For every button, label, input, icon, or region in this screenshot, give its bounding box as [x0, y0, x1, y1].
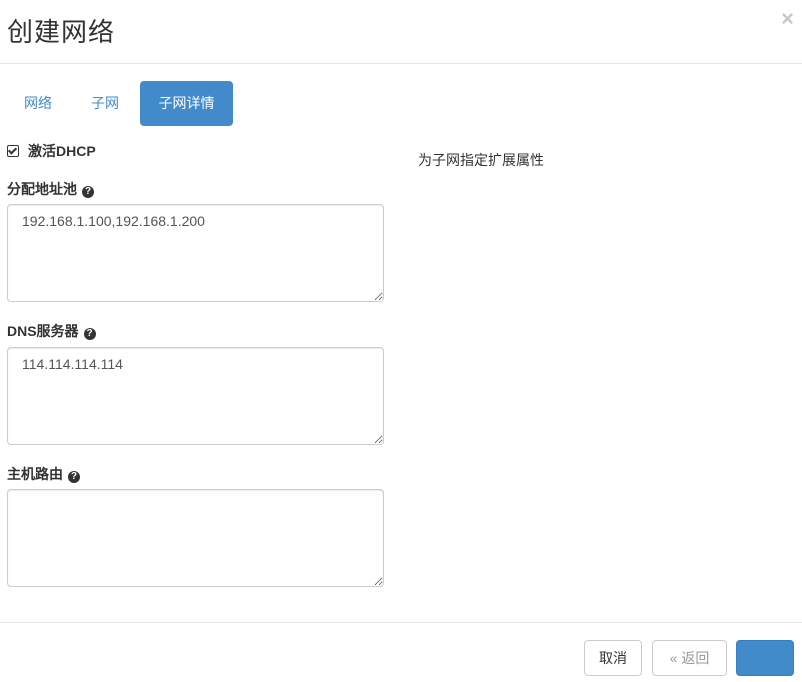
- help-icon[interactable]: ?: [83, 328, 96, 340]
- help-icon[interactable]: ?: [82, 186, 94, 198]
- close-icon[interactable]: ×: [781, 6, 794, 32]
- tab-subnet[interactable]: 子网: [77, 81, 133, 126]
- host-routes-field[interactable]: [7, 489, 384, 587]
- enable-dhcp-checkbox[interactable]: [7, 145, 19, 157]
- allocation-pools-field[interactable]: 192.168.1.100,192.168.1.200: [7, 204, 384, 302]
- dialog-title: 创建网络: [7, 17, 116, 47]
- help-icon[interactable]: ?: [68, 471, 80, 483]
- allocation-pools-label: 分配地址池: [7, 181, 77, 197]
- side-description: 为子网指定扩展属性: [418, 152, 544, 168]
- host-routes-label-row: 主机路由?: [7, 464, 80, 484]
- back-button[interactable]: « 返回: [652, 640, 727, 676]
- enable-dhcp-row: 激活DHCP: [7, 141, 96, 161]
- cancel-button[interactable]: 取消: [584, 640, 642, 676]
- allocation-pools-label-row: 分配地址池?: [7, 179, 94, 199]
- host-routes-label: 主机路由: [7, 466, 63, 482]
- dns-servers-field[interactable]: 114.114.114.114: [7, 347, 384, 445]
- dns-servers-label: DNS服务器: [7, 323, 79, 339]
- tab-subnet-details[interactable]: 子网详情: [140, 81, 233, 126]
- tab-network[interactable]: 网络: [10, 81, 66, 126]
- enable-dhcp-label: 激活DHCP: [28, 143, 96, 159]
- create-button[interactable]: [736, 640, 794, 676]
- dialog-header: 创建网络 ×: [0, 0, 802, 64]
- dns-servers-label-row: DNS服务器?: [7, 321, 96, 341]
